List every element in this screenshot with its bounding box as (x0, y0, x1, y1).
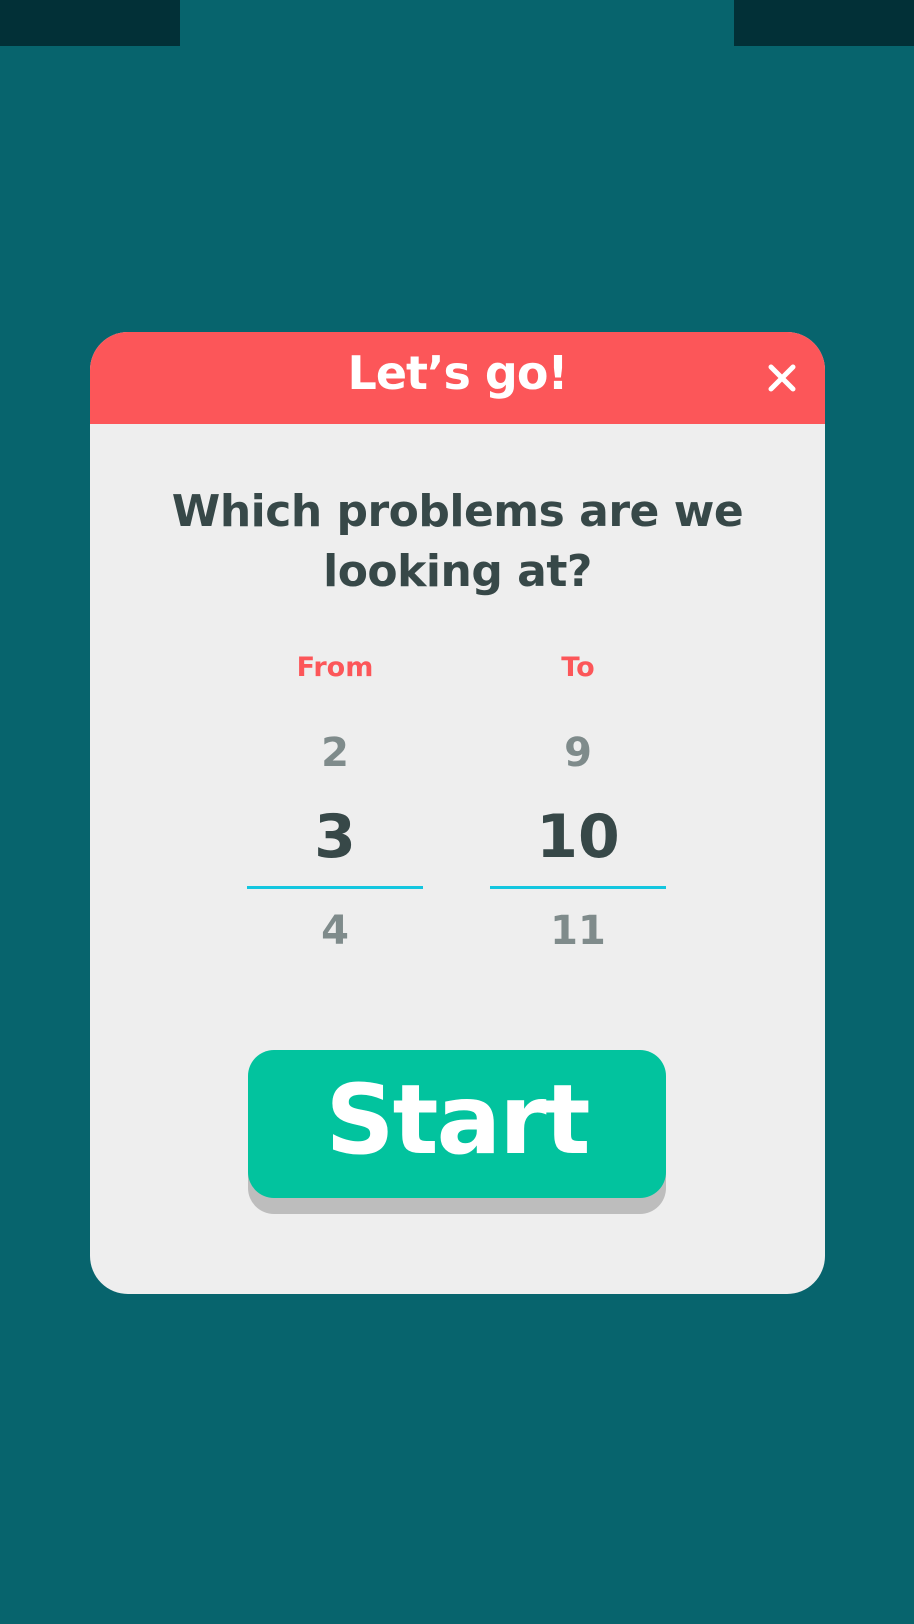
question-text: Which problems are we looking at? (171, 486, 744, 597)
close-icon (768, 364, 796, 392)
from-selected-value[interactable]: 3 (247, 802, 423, 872)
from-prev-option[interactable]: 2 (247, 730, 423, 776)
to-next-option[interactable]: 11 (490, 908, 666, 954)
to-prev-option[interactable]: 9 (490, 730, 666, 776)
dialog-header: Let’s go! (90, 332, 825, 424)
to-picker[interactable]: To 9 10 11 (490, 652, 666, 954)
start-button[interactable]: Start (248, 1050, 666, 1198)
from-picker[interactable]: From 2 3 4 (247, 652, 423, 954)
from-underline (247, 886, 423, 889)
to-underline (490, 886, 666, 889)
from-next-option[interactable]: 4 (247, 908, 423, 954)
from-label: From (296, 652, 374, 683)
close-button[interactable] (762, 358, 802, 398)
status-bar-left (0, 0, 180, 46)
to-selected-value[interactable]: 10 (490, 802, 666, 872)
dialog-title: Let’s go! (347, 346, 569, 400)
start-dialog: Let’s go! Which problems are we looking … (90, 332, 825, 1294)
status-bar-right (734, 0, 914, 46)
to-label: To (561, 652, 595, 683)
